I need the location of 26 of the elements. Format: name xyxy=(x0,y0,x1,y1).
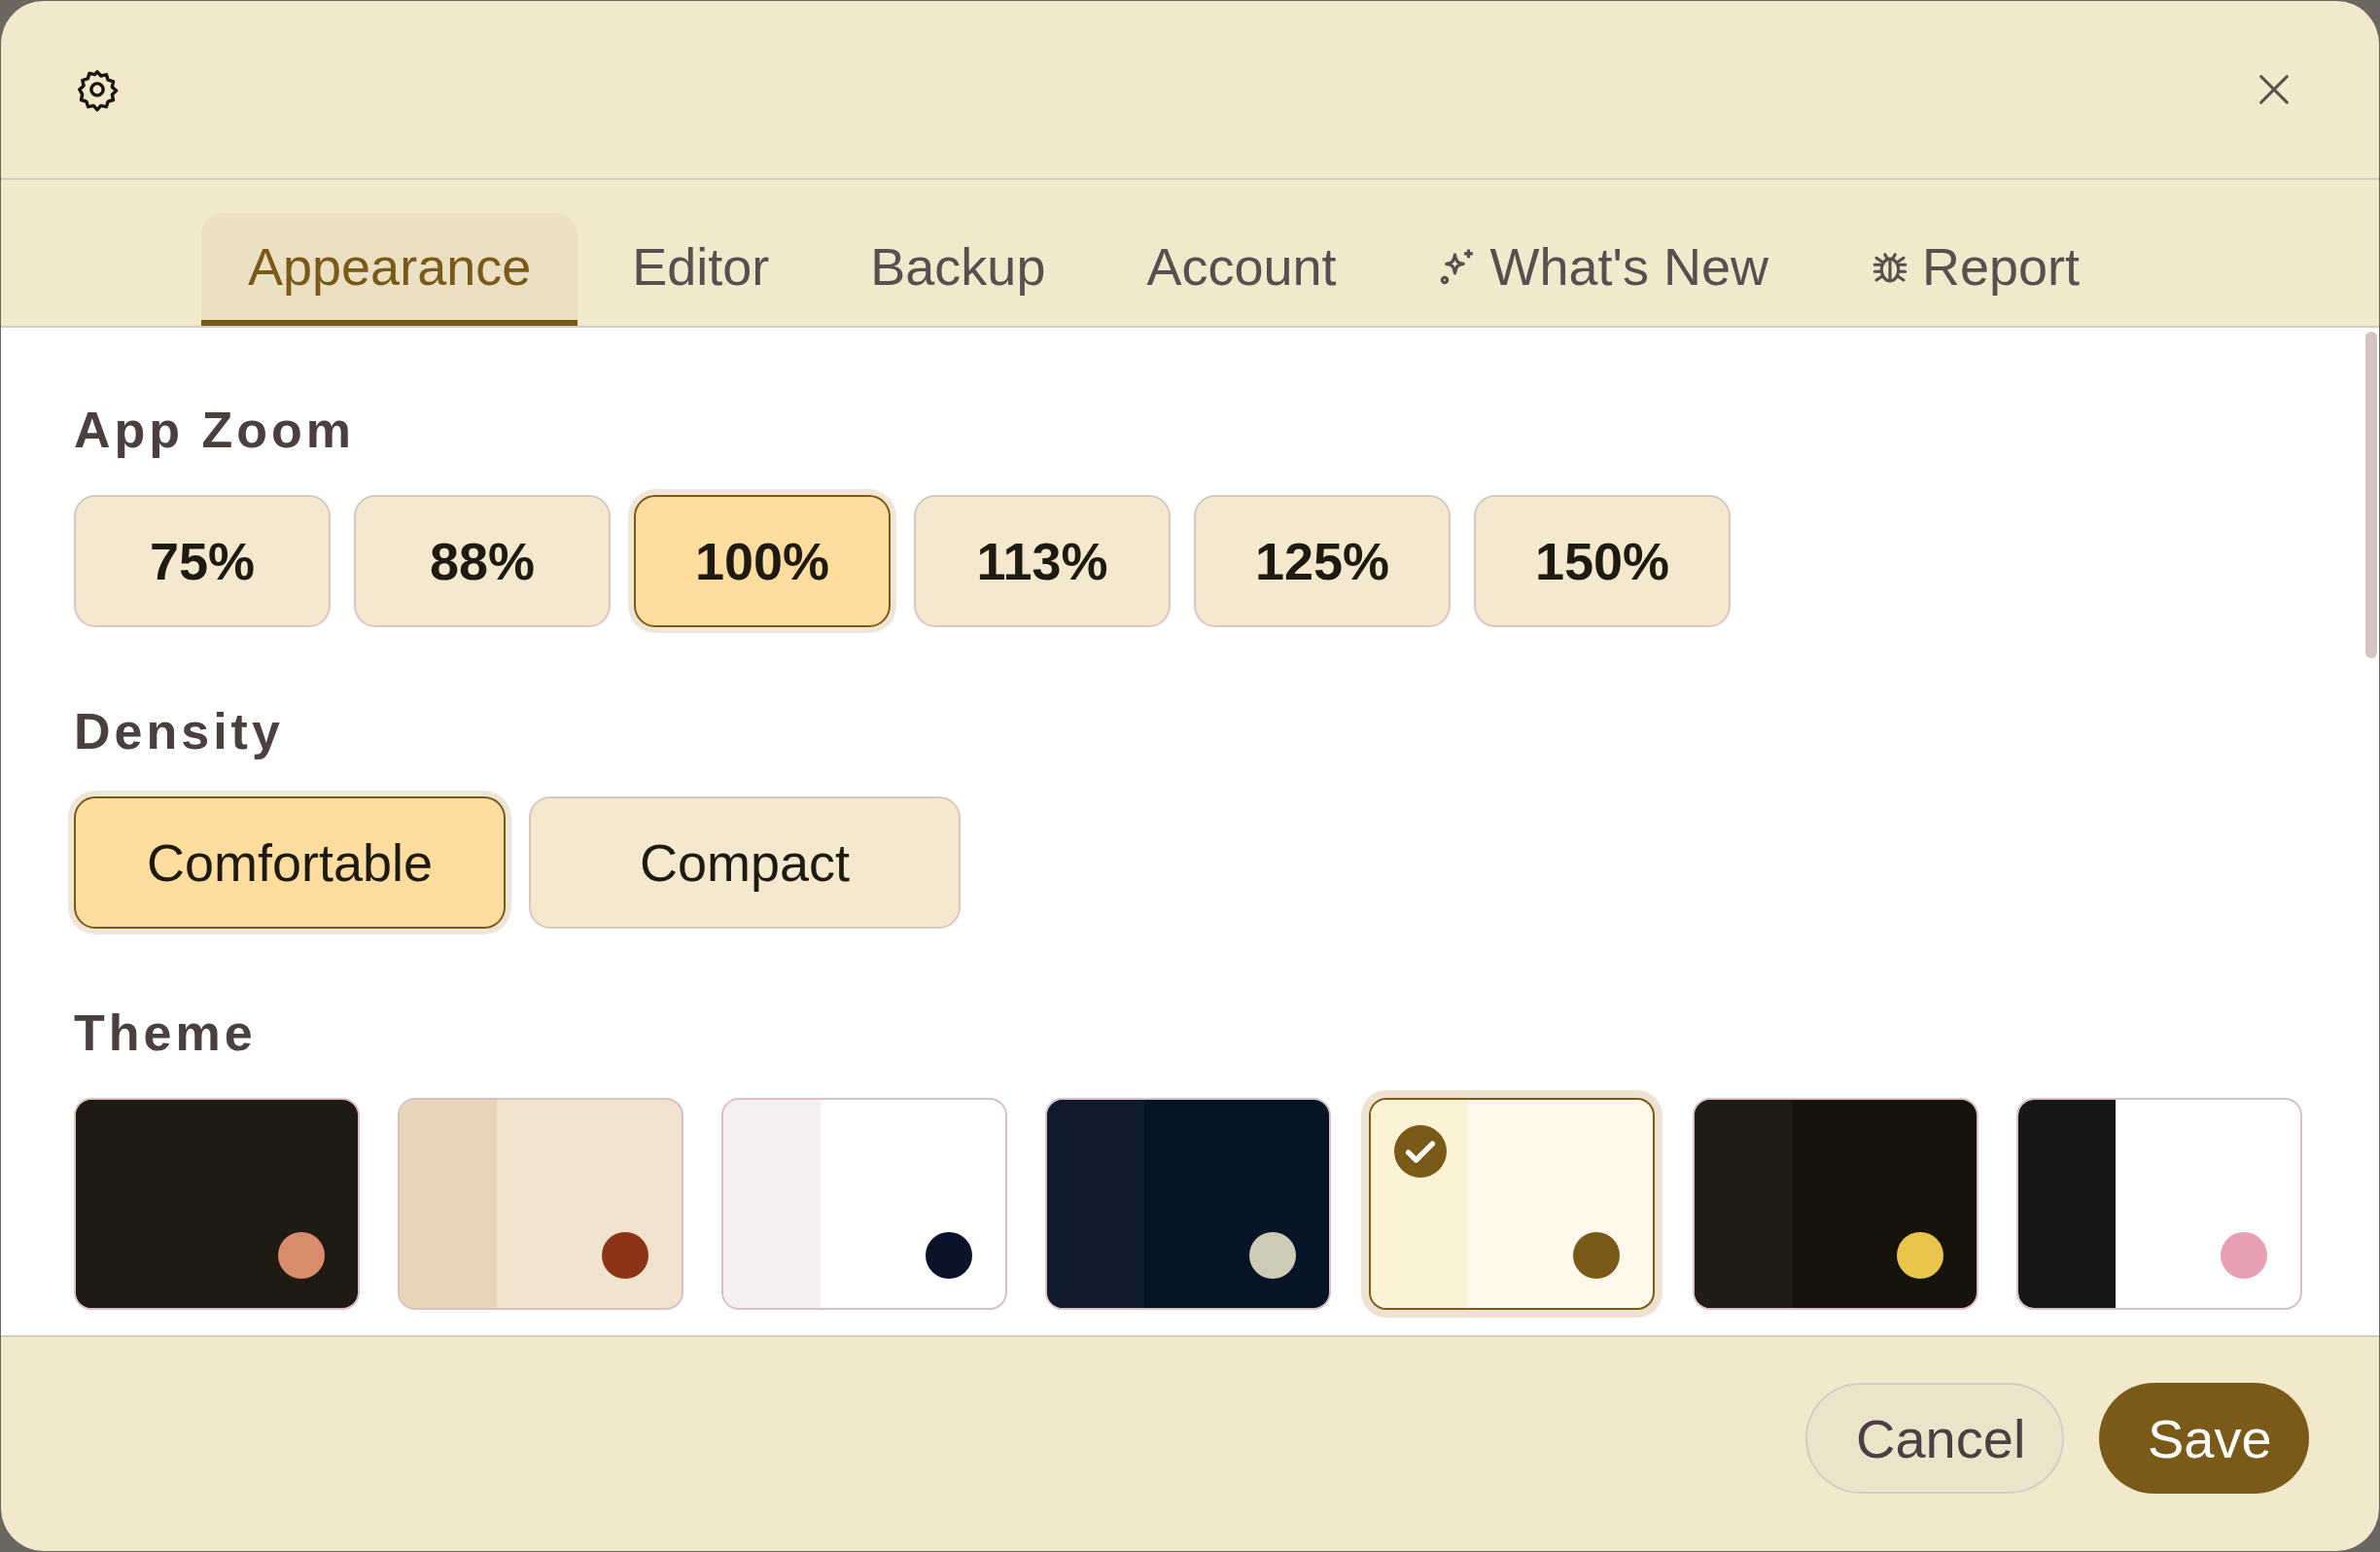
settings-icon xyxy=(75,67,120,112)
theme-swatch[interactable] xyxy=(398,1098,683,1310)
scrollbar[interactable] xyxy=(2365,332,2377,658)
density-option[interactable]: Compact xyxy=(529,796,961,929)
zoom-option[interactable]: 113% xyxy=(914,495,1171,627)
tab[interactable]: Report xyxy=(1822,213,2127,326)
theme-swatch[interactable] xyxy=(721,1098,1007,1310)
cancel-button[interactable]: Cancel xyxy=(1805,1383,2064,1494)
theme-swatch[interactable] xyxy=(1045,1098,1331,1310)
zoom-option[interactable]: 75% xyxy=(74,495,331,627)
tab[interactable]: Appearance xyxy=(201,213,578,326)
zoom-option[interactable]: 88% xyxy=(354,495,611,627)
section-title: Theme xyxy=(74,1004,258,1063)
tab[interactable]: Account xyxy=(1100,213,1383,326)
tab[interactable]: What's New xyxy=(1390,213,1815,326)
theme-swatch[interactable] xyxy=(74,1098,360,1310)
theme-swatch[interactable] xyxy=(2016,1098,2302,1310)
tab[interactable]: Editor xyxy=(585,213,817,326)
zoom-option[interactable]: 150% xyxy=(1474,495,1731,627)
section-title: Density xyxy=(74,702,285,761)
section-title: App Zoom xyxy=(74,401,357,460)
zoom-option[interactable]: 125% xyxy=(1194,495,1451,627)
theme-swatch[interactable] xyxy=(1693,1098,1978,1310)
save-button[interactable]: Save xyxy=(2099,1383,2309,1494)
tab[interactable]: Backup xyxy=(823,213,1093,326)
check-icon xyxy=(1394,1125,1447,1178)
